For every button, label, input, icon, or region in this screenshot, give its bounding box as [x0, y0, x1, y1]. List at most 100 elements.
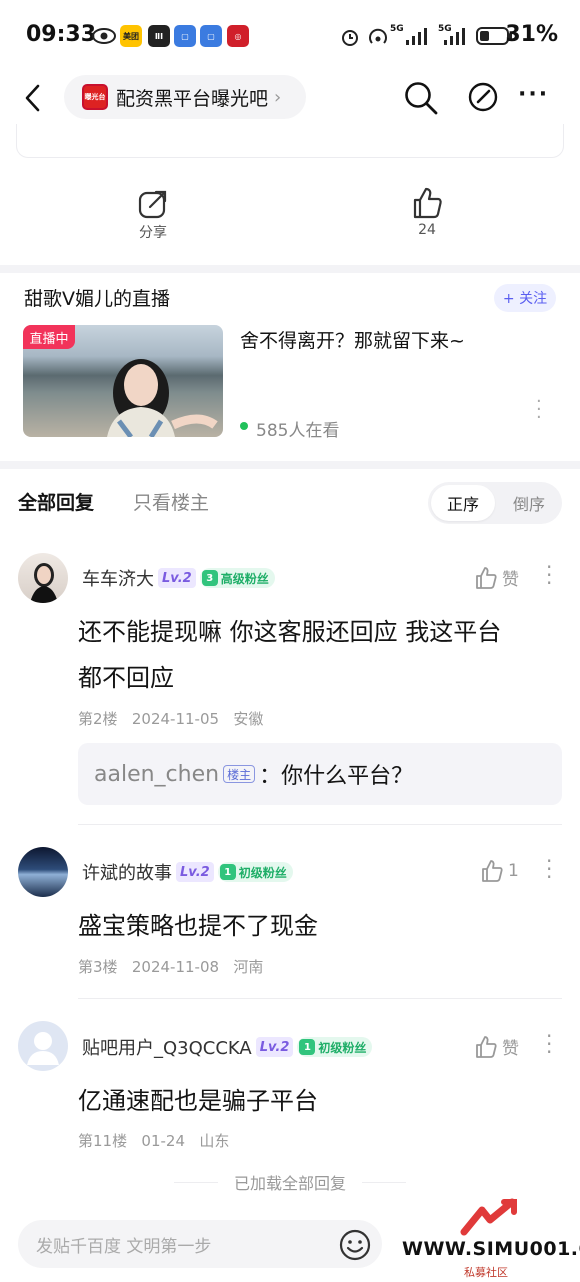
reply-divider — [78, 998, 562, 999]
reply-meta: 第2楼 2024-11-05 安徽 — [78, 708, 263, 729]
back-arrow-icon[interactable] — [22, 83, 44, 113]
post-date: 2024-11-08 — [131, 958, 220, 976]
more-vertical-icon[interactable]: · · · — [536, 393, 542, 427]
meituan-app-icon: 美团 — [120, 25, 142, 47]
level-badge: Lv.2 — [255, 1037, 294, 1057]
more-vertical-icon[interactable]: · · · — [546, 1026, 552, 1062]
op-tag: 楼主 — [223, 765, 256, 783]
reply-meta: 第3楼 2024-11-08 河南 — [78, 956, 263, 977]
network-type: 5G — [390, 24, 404, 34]
fan-badge: 1 初级粉丝 — [217, 862, 293, 882]
like-label: 赞 — [502, 570, 519, 590]
fan-label: 高级粉丝 — [220, 571, 269, 586]
username[interactable]: 车车济大 — [82, 565, 154, 591]
fan-rank-icon: 1 — [219, 864, 236, 880]
avatar[interactable] — [18, 1021, 68, 1071]
section-divider — [0, 461, 580, 469]
reply-author-row: 车车济大 Lv.2 3 高级粉丝 — [82, 565, 275, 591]
fan-rank-icon: 1 — [299, 1039, 316, 1055]
username[interactable]: 贴吧用户_Q3QCCKA — [82, 1034, 252, 1060]
reply-content-line: 盛宝策略也提不了现金 — [78, 912, 318, 940]
signal-icon — [406, 28, 427, 45]
reply-input-placeholder: 发贴千百度 文明第一步 — [36, 1236, 212, 1257]
forum-logo: 曝光台 — [82, 84, 108, 110]
reply-content-line: 亿通速配也是骗子平台 — [78, 1087, 318, 1115]
battery-percent: 31% — [505, 22, 558, 47]
watermark-logo — [460, 1198, 517, 1236]
like-count: 1 — [508, 861, 519, 881]
search-icon[interactable] — [403, 80, 439, 116]
tab-only-op[interactable]: 只看楼主 — [133, 488, 209, 515]
location: 山东 — [199, 1132, 230, 1150]
fan-badge: 1 初级粉丝 — [297, 1037, 373, 1057]
reply-like-button[interactable]: 赞 — [474, 565, 519, 590]
app-icon: ▢ — [200, 25, 222, 47]
sub-reply-author[interactable]: aalen_chen — [94, 762, 219, 787]
status-time: 09:33 — [26, 22, 97, 47]
fan-badge: 3 高级粉丝 — [199, 568, 275, 588]
share-button[interactable]: 分享 — [128, 188, 178, 242]
reply-input[interactable]: 发贴千百度 文明第一步 — [18, 1220, 382, 1268]
thumbs-up-icon — [476, 1035, 497, 1058]
signal-icon — [444, 28, 465, 45]
edit-icon[interactable] — [467, 80, 501, 114]
location: 安徽 — [233, 710, 264, 728]
thumbs-up-icon — [476, 566, 497, 589]
fan-label: 初级粉丝 — [238, 865, 287, 880]
live-description[interactable]: 舍不得离开？那就留下来~ — [240, 326, 465, 353]
share-icon — [138, 190, 167, 219]
level-badge: Lv.2 — [158, 568, 196, 588]
like-label: 赞 — [502, 1039, 519, 1059]
reply-meta: 第11楼 01-24 山东 — [78, 1130, 229, 1151]
live-badge: 直播中 — [23, 325, 75, 349]
level-badge: Lv.2 — [176, 862, 214, 882]
reply-content-line: 还不能提现嘛 你这客服还回应 我这平台 — [78, 618, 502, 646]
more-vertical-icon[interactable]: · · · — [546, 557, 552, 593]
like-count: 24 — [418, 222, 436, 238]
status-bar: 09:33 美团 ⅡⅠ ▢ ▢ ◎ 5G 5G 31% — [0, 0, 580, 72]
floor-number: 第2楼 — [78, 710, 118, 728]
avatar[interactable] — [18, 553, 68, 603]
floor-number: 第3楼 — [78, 958, 118, 976]
post-date: 01-24 — [141, 1132, 185, 1150]
post-date: 2024-11-05 — [131, 710, 220, 728]
live-viewers: 585人在看 — [256, 421, 340, 441]
alarm-icon — [342, 30, 358, 46]
avatar[interactable] — [18, 847, 68, 897]
reply-content-line: 都不回应 — [78, 664, 174, 692]
reply-author-row: 许斌的故事 Lv.2 1 初级粉丝 — [82, 859, 293, 885]
reply-like-button[interactable]: 赞 — [474, 1034, 519, 1059]
sub-reply[interactable]: aalen_chen 楼主 ：你什么平台？ — [78, 743, 562, 805]
thumbs-up-icon — [482, 860, 503, 882]
location: 河南 — [233, 958, 264, 976]
reply-divider — [78, 824, 562, 825]
sub-reply-text: ：你什么平台？ — [259, 764, 414, 789]
more-menu-icon[interactable]: ··· — [518, 82, 549, 107]
hotspot-icon — [369, 28, 387, 44]
sort-desc-button[interactable]: 倒序 — [498, 485, 560, 521]
share-label: 分享 — [139, 225, 167, 241]
eye-icon — [92, 28, 116, 44]
forum-name: 配资黑平台曝光吧 — [116, 87, 269, 110]
like-button[interactable]: 24 — [402, 186, 452, 238]
reply-author-row: 贴吧用户_Q3QCCKA Lv.2 1 初级粉丝 — [82, 1034, 373, 1060]
loaded-all-notice: 已加载全部回复 — [233, 1174, 346, 1193]
more-vertical-icon[interactable]: · · · — [546, 851, 552, 887]
app-icon: ⅡⅠ — [148, 25, 170, 47]
chevron-right-icon: › — [274, 86, 282, 108]
follow-button[interactable]: + 关注 — [494, 284, 556, 312]
forum-entry[interactable]: 曝光台 配资黑平台曝光吧 › — [64, 75, 306, 119]
online-dot — [240, 422, 248, 430]
tab-all-replies[interactable]: 全部回复 — [18, 488, 94, 515]
live-host-title[interactable]: 甜歌V媚儿的直播 — [24, 284, 170, 311]
divider-line — [362, 1182, 406, 1183]
fan-rank-icon: 3 — [201, 570, 218, 586]
reply-like-button[interactable]: 1 — [480, 859, 519, 883]
emoji-icon[interactable] — [338, 1228, 372, 1262]
username[interactable]: 许斌的故事 — [82, 859, 172, 885]
floor-number: 第11楼 — [78, 1132, 128, 1150]
fan-label: 初级粉丝 — [318, 1040, 367, 1055]
app-icon: ▢ — [174, 25, 196, 47]
sort-asc-button[interactable]: 正序 — [431, 485, 495, 521]
avatar-image — [30, 563, 58, 603]
